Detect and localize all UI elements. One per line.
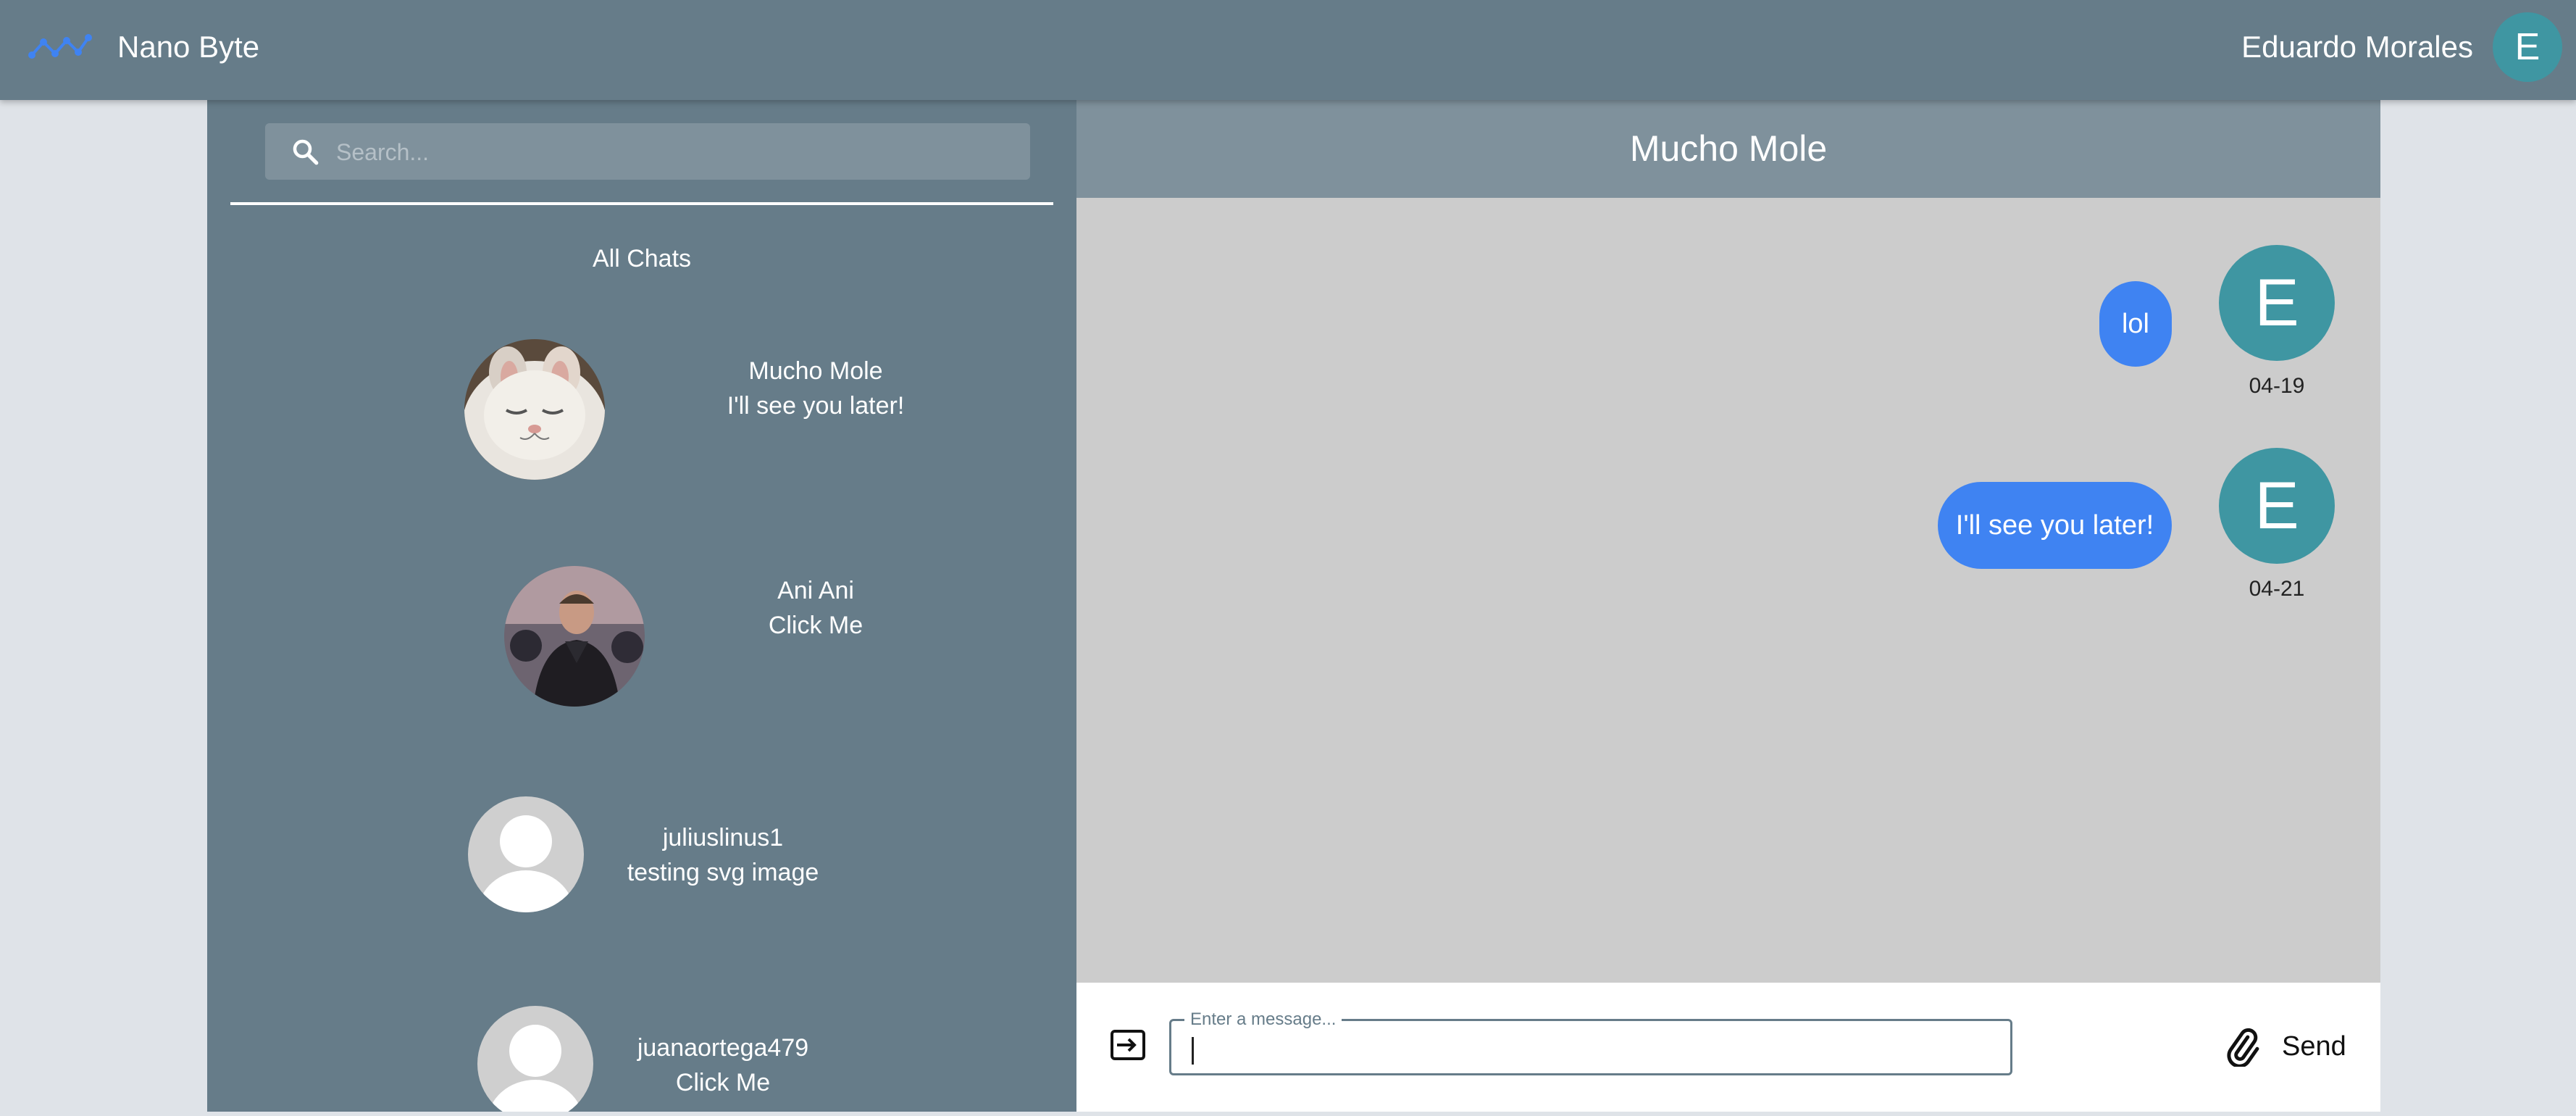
all-chats-label: All Chats	[592, 245, 692, 272]
chat-last-message: I'll see you later!	[727, 392, 905, 420]
chat-last-message: Click Me	[768, 612, 863, 639]
send-button[interactable]: Send	[2282, 1025, 2346, 1068]
message-date: 04-19	[2249, 374, 2305, 398]
chat-name: juliuslinus1	[662, 824, 784, 851]
message-bubble[interactable]: I'll see you later!	[1938, 482, 2172, 569]
chat-item-juliuslinus1[interactable]: juliuslinus1 testing svg image	[207, 791, 1076, 951]
chat-item-juanaortega479[interactable]: juanaortega479 Click Me	[207, 1006, 1076, 1112]
user-avatar[interactable]: E	[2493, 12, 2562, 82]
chat-last-message: testing svg image	[627, 859, 819, 886]
top-bar: Nano Byte Eduardo Morales E	[0, 0, 2576, 100]
chat-panel: Mucho Mole lol E 04-19 I'll see you late…	[1076, 100, 2380, 1112]
sender-avatar[interactable]: E	[2219, 245, 2335, 361]
chat-item-mucho-mole[interactable]: Mucho Mole I'll see you later!	[207, 330, 1076, 490]
brand-name[interactable]: Nano Byte	[117, 29, 259, 65]
chat-last-message: Click Me	[675, 1069, 771, 1096]
message-composer: Enter a message... Send	[1076, 983, 2380, 1112]
chat-item-ani-ani[interactable]: Ani Ani Click Me	[207, 562, 1076, 722]
divider	[230, 202, 1053, 205]
paperclip-icon[interactable]	[2222, 1028, 2262, 1067]
search-input[interactable]	[335, 123, 1019, 181]
chat-item-text: Mucho Mole I'll see you later!	[693, 354, 939, 423]
chat-header: Mucho Mole	[1076, 100, 2380, 198]
chat-name: Mucho Mole	[748, 357, 883, 385]
exit-to-app-icon[interactable]	[1110, 1029, 1146, 1061]
message-bubble[interactable]: lol	[2099, 281, 2172, 367]
chat-item-text: Ani Ani Click Me	[707, 573, 924, 643]
default-avatar	[468, 796, 584, 912]
person-photo-avatar	[504, 566, 645, 707]
chat-name: juanaortega479	[637, 1034, 809, 1062]
chat-item-text: juliuslinus1 testing svg image	[593, 820, 853, 890]
chat-name: Ani Ani	[777, 577, 854, 604]
user-name: Eduardo Morales	[2241, 30, 2473, 64]
message-input[interactable]	[1186, 1027, 2000, 1069]
cat-photo-avatar	[464, 339, 605, 480]
sender-avatar[interactable]: E	[2219, 448, 2335, 564]
chat-list-sidebar: All Chats Mucho Mole I'll see you later!	[207, 100, 1076, 1112]
search-box[interactable]	[265, 123, 1030, 181]
search-icon	[293, 139, 319, 165]
message-date: 04-21	[2249, 577, 2305, 601]
chat-item-text: juanaortega479 Click Me	[593, 1030, 853, 1100]
message-field[interactable]: Enter a message...	[1169, 1009, 2012, 1075]
text-caret	[1192, 1037, 1194, 1065]
chat-title: Mucho Mole	[1629, 128, 1828, 169]
default-avatar	[477, 1006, 593, 1112]
wave-chart-icon[interactable]	[28, 29, 93, 65]
